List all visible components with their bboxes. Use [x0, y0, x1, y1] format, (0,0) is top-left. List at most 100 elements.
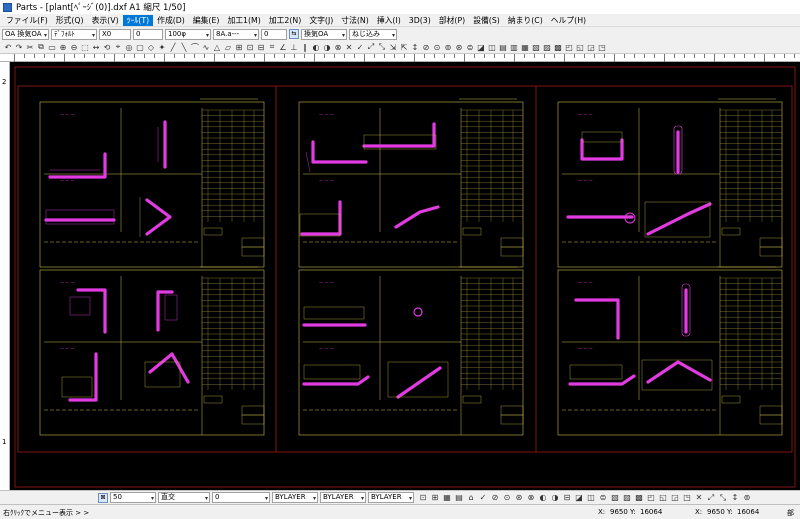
- menu-item-13[interactable]: 設備(S): [469, 15, 504, 26]
- menu-item-0[interactable]: ファイル(F): [2, 15, 52, 26]
- menu-item-10[interactable]: 挿入(I): [373, 15, 405, 26]
- status-icon-23[interactable]: ✕: [694, 493, 704, 503]
- tool-icon-42[interactable]: ⊜: [465, 42, 475, 52]
- tool-icon-21[interactable]: ⊞: [234, 42, 244, 52]
- layer2-select[interactable]: 換気OA ▾: [301, 28, 347, 40]
- status-icon-19[interactable]: ◰: [646, 493, 656, 503]
- line-style-select[interactable]: 8A.a--- ▾: [213, 28, 259, 40]
- menu-item-15[interactable]: ヘルプ(H): [547, 15, 590, 26]
- tool-icon-18[interactable]: ∿: [201, 42, 211, 52]
- status-icon-20[interactable]: ◱: [658, 493, 668, 503]
- menu-item-9[interactable]: 寸法(N): [337, 15, 373, 26]
- tool-icon-17[interactable]: ⌒: [190, 42, 200, 52]
- status-icon-15[interactable]: ⊜: [598, 493, 608, 503]
- tool-icon-4[interactable]: ▭: [47, 42, 57, 52]
- tool-icon-20[interactable]: ▱: [223, 42, 233, 52]
- tool-icon-44[interactable]: ◫: [487, 42, 497, 52]
- status-icon-5[interactable]: ✓: [478, 493, 488, 503]
- status-icon-10[interactable]: ◐: [538, 493, 548, 503]
- bylayer-linetype[interactable]: BYLAYER ▾: [320, 492, 366, 503]
- status-icon-26[interactable]: ↕: [730, 493, 740, 503]
- value-select[interactable]: 0 ▾: [212, 492, 270, 503]
- status-icon-9[interactable]: ⊗: [526, 493, 536, 503]
- menu-item-11[interactable]: 3D(3): [405, 16, 435, 25]
- tool-icon-19[interactable]: △: [212, 42, 222, 52]
- tool-icon-46[interactable]: ▥: [509, 42, 519, 52]
- tool-icon-28[interactable]: ◐: [311, 42, 321, 52]
- status-icon-2[interactable]: ▦: [442, 493, 452, 503]
- tool-icon-34[interactable]: ⤡: [377, 42, 387, 52]
- menu-item-1[interactable]: 形式(Q): [52, 15, 88, 26]
- tool-icon-31[interactable]: ✕: [344, 42, 354, 52]
- status-icon-12[interactable]: ⊟: [562, 493, 572, 503]
- status-icon-7[interactable]: ⊙: [502, 493, 512, 503]
- tool-icon-29[interactable]: ◑: [322, 42, 332, 52]
- tool-icon-15[interactable]: ╱: [168, 42, 178, 52]
- status-icon-1[interactable]: ⊞: [430, 493, 440, 503]
- tool-icon-6[interactable]: ⊖: [69, 42, 79, 52]
- tool-icon-33[interactable]: ⤢: [366, 42, 376, 52]
- tool-icon-32[interactable]: ✓: [355, 42, 365, 52]
- tool-icon-52[interactable]: ◱: [575, 42, 585, 52]
- menu-item-8[interactable]: 文字(J): [305, 15, 337, 26]
- menu-item-6[interactable]: 加工1(M): [223, 15, 264, 26]
- tool-icon-12[interactable]: ▢: [135, 42, 145, 52]
- status-icon-25[interactable]: ⤡: [718, 493, 728, 503]
- scale-icon[interactable]: ⊠: [98, 492, 108, 503]
- status-icon-3[interactable]: ▤: [454, 493, 464, 503]
- tool-icon-38[interactable]: ⊘: [421, 42, 431, 52]
- tool-icon-22[interactable]: ⊡: [245, 42, 255, 52]
- tool-icon-2[interactable]: ✂: [25, 42, 35, 52]
- coord-x-field[interactable]: X0: [99, 28, 131, 40]
- menu-item-12[interactable]: 部材(P): [435, 15, 469, 26]
- linetype-select[interactable]: ﾃﾞﾌｫﾙﾄ ▾: [51, 28, 97, 40]
- tool-icon-5[interactable]: ⊕: [58, 42, 68, 52]
- tool-icon-30[interactable]: ⊗: [333, 42, 343, 52]
- tool-icon-11[interactable]: ◎: [124, 42, 134, 52]
- tool-icon-25[interactable]: ∠: [278, 42, 288, 52]
- tool-icon-23[interactable]: ⊟: [256, 42, 266, 52]
- status-icon-0[interactable]: ⊡: [418, 493, 428, 503]
- menu-item-3[interactable]: ﾂｰﾙ(T): [122, 14, 154, 26]
- tool-icon-27[interactable]: ∥: [300, 42, 310, 52]
- tool-icon-53[interactable]: ◲: [586, 42, 596, 52]
- line-type-select[interactable]: 直交 ▾: [158, 492, 210, 503]
- tool-icon-7[interactable]: ⬚: [80, 42, 90, 52]
- status-icon-18[interactable]: ▩: [634, 493, 644, 503]
- tool-icon-24[interactable]: ⌗: [267, 42, 277, 52]
- bylayer-color[interactable]: BYLAYER ▾: [272, 492, 318, 503]
- tool-icon-16[interactable]: ╲: [179, 42, 189, 52]
- tool-icon-40[interactable]: ⊚: [443, 42, 453, 52]
- status-icon-27[interactable]: ⊚: [742, 493, 752, 503]
- status-icon-6[interactable]: ⊘: [490, 493, 500, 503]
- tool-icon-1[interactable]: ↷: [14, 42, 24, 52]
- tool-icon-9[interactable]: ⟲: [102, 42, 112, 52]
- coord-y-field[interactable]: 0: [133, 28, 163, 40]
- tool-icon-41[interactable]: ⊛: [454, 42, 464, 52]
- tool-icon-50[interactable]: ▩: [553, 42, 563, 52]
- tool-icon-48[interactable]: ▧: [531, 42, 541, 52]
- menu-item-2[interactable]: 表示(V): [88, 15, 123, 26]
- tool-icon-49[interactable]: ▨: [542, 42, 552, 52]
- tool-icon-37[interactable]: ↕: [410, 42, 420, 52]
- tool-icon-8[interactable]: ↔: [91, 42, 101, 52]
- pipe-size-select[interactable]: 100φ ▾: [165, 28, 211, 40]
- drawing-canvas[interactable]: — — — — — — — — — — — — — — — — — — — — — — — —…: [10, 62, 800, 490]
- bylayer-weight[interactable]: BYLAYER ▾: [368, 492, 414, 503]
- tool-icon-13[interactable]: ◇: [146, 42, 156, 52]
- tool-icon-43[interactable]: ◪: [476, 42, 486, 52]
- tool-icon-10[interactable]: ⌖: [113, 42, 123, 52]
- menu-item-5[interactable]: 編集(E): [189, 15, 224, 26]
- menu-item-14[interactable]: 納まり(C): [504, 15, 547, 26]
- tool-icon-14[interactable]: ✦: [157, 42, 167, 52]
- cad-drawing[interactable]: — — — — — — — — — — — — — — — — — — — — — — — —…: [10, 62, 800, 490]
- status-icon-16[interactable]: ▧: [610, 493, 620, 503]
- number-field[interactable]: 0: [261, 28, 287, 40]
- status-icon-11[interactable]: ◑: [550, 493, 560, 503]
- tool-icon-35[interactable]: ⇲: [388, 42, 398, 52]
- status-icon-8[interactable]: ⊛: [514, 493, 524, 503]
- tool-icon-3[interactable]: ⧉: [36, 42, 46, 52]
- status-icon-22[interactable]: ◳: [682, 493, 692, 503]
- menu-item-7[interactable]: 加工2(N): [265, 15, 305, 26]
- status-icon-24[interactable]: ⤢: [706, 493, 716, 503]
